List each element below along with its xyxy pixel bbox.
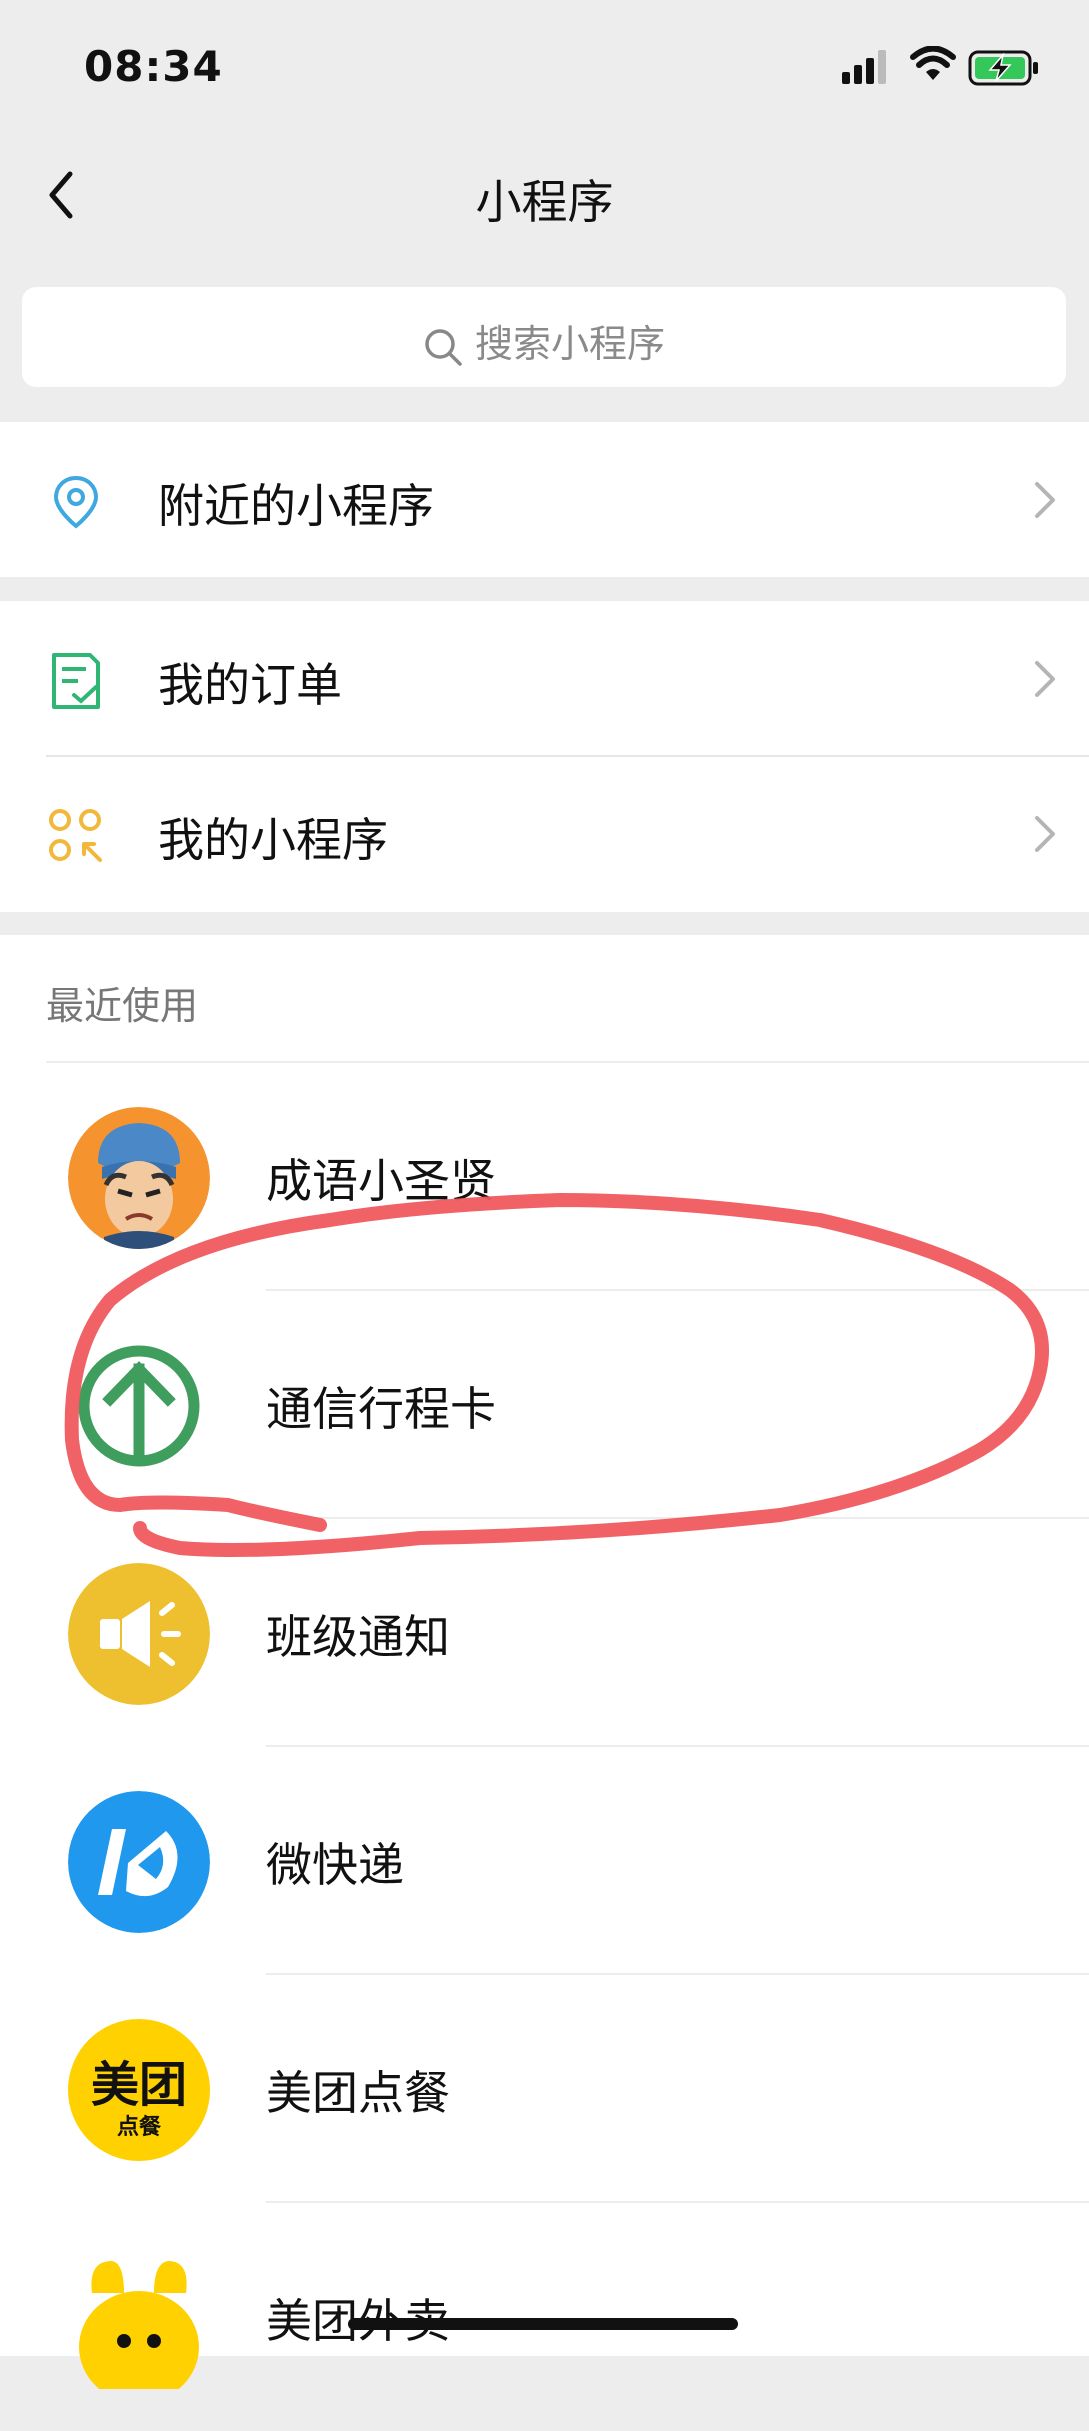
nav-bar: 小程序 — [0, 130, 1089, 260]
page-title: 小程序 — [475, 175, 614, 229]
search-box[interactable]: 搜索小程序 — [22, 287, 1066, 387]
meituan-diancan-logo: 美团 点餐 — [68, 2019, 210, 2161]
location-pin-icon — [53, 475, 99, 529]
recent-app-item[interactable]: 成语小圣贤 — [0, 1063, 1089, 1291]
cellular-signal-icon — [842, 50, 886, 84]
my-mini-programs-row[interactable]: 我的小程序 — [0, 756, 1089, 911]
my-orders-row[interactable]: 我的订单 — [0, 601, 1089, 756]
status-time: 08:34 — [84, 42, 223, 91]
green-up-arrow-icon — [68, 1335, 210, 1477]
chevron-right-icon — [1035, 816, 1055, 852]
recent-app-item[interactable]: 美团外卖 — [0, 2203, 1089, 2431]
my-orders-label: 我的订单 — [158, 658, 342, 712]
recent-app-name: 美团点餐 — [266, 2066, 450, 2120]
battery-charging-icon — [968, 50, 1038, 86]
recent-app-name: 班级通知 — [266, 1610, 450, 1664]
recent-app-name: 微快递 — [266, 1838, 404, 1892]
nearby-label: 附近的小程序 — [158, 479, 434, 533]
home-indicator[interactable] — [348, 2318, 738, 2330]
kuaidi-logo-icon — [68, 1791, 210, 1933]
recent-header: 最近使用 — [46, 984, 199, 1028]
meituan-waimai-rabbit-icon — [68, 2247, 210, 2403]
recent-app-item[interactable]: 微快递 — [0, 1747, 1089, 1975]
my-apps-grid-icon — [49, 809, 102, 862]
meituan-logo-sub: 点餐 — [116, 2115, 161, 2140]
status-bar: 08:34 — [0, 0, 1089, 130]
recent-app-name: 成语小圣贤 — [266, 1154, 496, 1208]
nearby-group: 附近的小程序 — [0, 422, 1089, 577]
recent-app-item[interactable]: 通信行程卡 — [0, 1291, 1089, 1519]
recent-app-item[interactable]: 美团 点餐 美团点餐 — [0, 1975, 1089, 2203]
cartoon-avatar-icon — [68, 1107, 210, 1249]
search-placeholder: 搜索小程序 — [474, 322, 665, 366]
search-icon — [425, 328, 462, 366]
recent-app-name: 通信行程卡 — [266, 1382, 496, 1436]
recent-app-item[interactable]: 班级通知 — [0, 1519, 1089, 1747]
chevron-right-icon — [1035, 482, 1055, 518]
recent-section: 最近使用 成语小圣贤 通信行程卡 班级通知 微快递 美团 点餐 美团点餐 — [0, 935, 1089, 2403]
chevron-right-icon — [1035, 661, 1055, 697]
order-list-icon — [52, 653, 100, 709]
meituan-logo-text: 美团 — [90, 2057, 187, 2113]
nearby-mini-programs-row[interactable]: 附近的小程序 — [0, 422, 1089, 577]
wifi-icon — [910, 46, 956, 80]
megaphone-icon — [68, 1563, 210, 1705]
account-group: 我的订单 我的小程序 — [0, 601, 1089, 912]
my-mini-programs-label: 我的小程序 — [158, 813, 388, 867]
